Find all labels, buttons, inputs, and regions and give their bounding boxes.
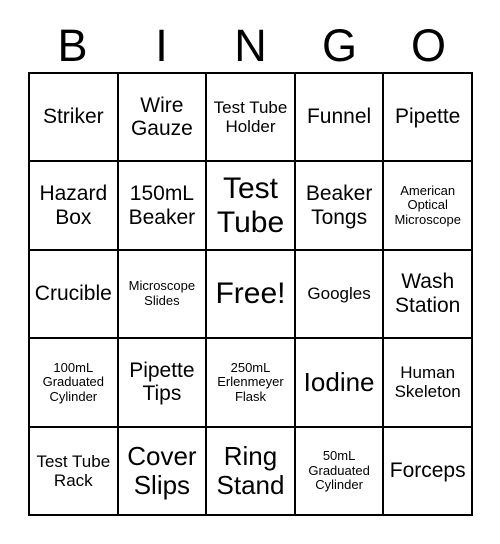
- header-letter-n: N: [206, 18, 295, 72]
- header-letter-b: B: [28, 18, 117, 72]
- bingo-cell[interactable]: Forceps: [384, 427, 473, 516]
- bingo-cell-label: Free!: [215, 277, 286, 311]
- bingo-header: B I N G O: [28, 18, 473, 72]
- bingo-cell[interactable]: 250mL Erlenmeyer Flask: [207, 339, 296, 428]
- bingo-cell-label: American Optical Microscope: [394, 182, 461, 227]
- bingo-cell-label: 50mL Graduated Cylinder: [308, 447, 370, 493]
- bingo-cell[interactable]: Test Tube Rack: [30, 427, 119, 516]
- header-letter-text: I: [155, 19, 168, 71]
- bingo-cell[interactable]: Funnel: [295, 74, 385, 163]
- bingo-cell-label: Striker: [42, 105, 104, 129]
- bingo-cell-label: 100mL Graduated Cylinder: [42, 359, 105, 404]
- bingo-cell-label: Human Skeleton: [394, 363, 461, 402]
- bingo-cell-label: Microscope Slides: [128, 278, 196, 308]
- bingo-cell[interactable]: Ring Stand: [207, 427, 296, 516]
- bingo-cell[interactable]: Hazard Box: [30, 162, 119, 251]
- bingo-cell-label: Forceps: [389, 459, 466, 483]
- bingo-card: B I N G O Striker Wire Gauze Test Tube Hol…: [0, 0, 500, 544]
- bingo-cell[interactable]: Microscope Slides: [118, 250, 208, 340]
- bingo-cell-label: Test Tube: [216, 172, 285, 239]
- bingo-cell[interactable]: American Optical Microscope: [384, 162, 473, 251]
- bingo-cell-label: Hazard Box: [39, 182, 108, 229]
- bingo-cell-label: Ring Stand: [216, 440, 285, 500]
- bingo-cell-label: Iodine: [303, 366, 375, 397]
- header-letter-text: B: [57, 19, 88, 71]
- bingo-cell[interactable]: 50mL Graduated Cylinder: [295, 427, 385, 516]
- bingo-cell[interactable]: Beaker Tongs: [295, 162, 385, 251]
- bingo-cell-label: Cover Slips: [127, 440, 197, 500]
- bingo-cell[interactable]: 150mL Beaker: [118, 162, 208, 251]
- header-letter-o: O: [384, 18, 473, 72]
- bingo-cell-label: Googles: [307, 284, 371, 304]
- bingo-cell-label: Crucible: [34, 282, 112, 306]
- bingo-cell[interactable]: Human Skeleton: [384, 339, 473, 428]
- bingo-cell-label: Pipette: [394, 105, 461, 129]
- header-letter-text: O: [410, 19, 446, 71]
- bingo-cell-label: Wire Gauze: [130, 93, 193, 141]
- bingo-cell[interactable]: Cover Slips: [118, 427, 208, 516]
- header-letter-text: N: [234, 19, 267, 71]
- bingo-cell[interactable]: Wash Station: [384, 250, 473, 340]
- bingo-cell-label: 150mL Beaker: [128, 182, 196, 229]
- bingo-cell[interactable]: Iodine: [295, 339, 385, 428]
- header-letter-text: G: [321, 19, 357, 71]
- bingo-cell-label: Funnel: [306, 105, 372, 129]
- bingo-cell[interactable]: Wire Gauze: [118, 74, 208, 163]
- bingo-cell-label: Test Tube Rack: [36, 451, 111, 490]
- bingo-cell[interactable]: Test Tube Holder: [207, 74, 296, 163]
- bingo-cell-label: 250mL Erlenmeyer Flask: [217, 359, 284, 404]
- bingo-cell-label: Beaker Tongs: [305, 182, 373, 229]
- bingo-cell-label: Wash Station: [394, 270, 461, 317]
- bingo-cell[interactable]: Free!: [207, 250, 296, 340]
- bingo-cell-label: Test Tube Holder: [213, 98, 288, 137]
- bingo-cell[interactable]: Striker: [30, 74, 119, 163]
- bingo-cell[interactable]: 100mL Graduated Cylinder: [30, 339, 119, 428]
- bingo-cell[interactable]: Crucible: [30, 250, 119, 340]
- bingo-cell[interactable]: Test Tube: [207, 162, 296, 251]
- bingo-cell[interactable]: Pipette Tips: [118, 339, 208, 428]
- header-letter-g: G: [295, 18, 384, 72]
- bingo-grid: Striker Wire Gauze Test Tube Holder Funnel P…: [28, 72, 473, 516]
- header-letter-i: I: [117, 18, 206, 72]
- bingo-cell-label: Pipette Tips: [129, 358, 195, 406]
- bingo-cell[interactable]: Pipette: [384, 74, 473, 163]
- bingo-cell[interactable]: Googles: [295, 250, 385, 340]
